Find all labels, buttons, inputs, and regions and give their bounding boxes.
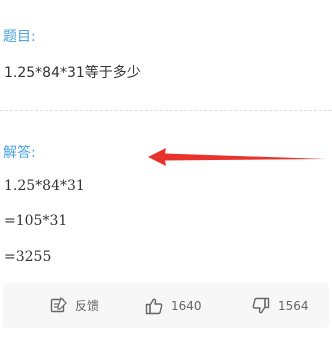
thumbs-up-icon bbox=[145, 297, 163, 315]
question-label: 题目: bbox=[3, 29, 36, 45]
feedback-bar: 反馈 1640 1564 bbox=[3, 283, 329, 328]
dislike-button[interactable]: 1564 bbox=[252, 283, 309, 328]
divider bbox=[0, 110, 332, 111]
like-count: 1640 bbox=[171, 298, 202, 313]
qa-page: 题目: 1.25*84*31等于多少 解答: 1.25*84*31 =105*3… bbox=[0, 0, 332, 342]
question-text: 1.25*84*31等于多少 bbox=[4, 65, 141, 81]
thumbs-down-icon bbox=[252, 297, 270, 315]
edit-icon bbox=[50, 297, 67, 314]
answer-line: 1.25*84*31 bbox=[4, 178, 85, 194]
feedback-button[interactable]: 反馈 bbox=[50, 283, 99, 328]
answer-line: =3255 bbox=[4, 249, 52, 265]
red-arrow-shape bbox=[148, 148, 326, 166]
feedback-label: 反馈 bbox=[75, 299, 100, 313]
answer-line: =105*31 bbox=[4, 213, 68, 229]
dislike-count: 1564 bbox=[278, 298, 309, 313]
red-arrow-annotation bbox=[148, 148, 326, 166]
like-button[interactable]: 1640 bbox=[145, 283, 202, 328]
answer-label: 解答: bbox=[3, 145, 36, 161]
